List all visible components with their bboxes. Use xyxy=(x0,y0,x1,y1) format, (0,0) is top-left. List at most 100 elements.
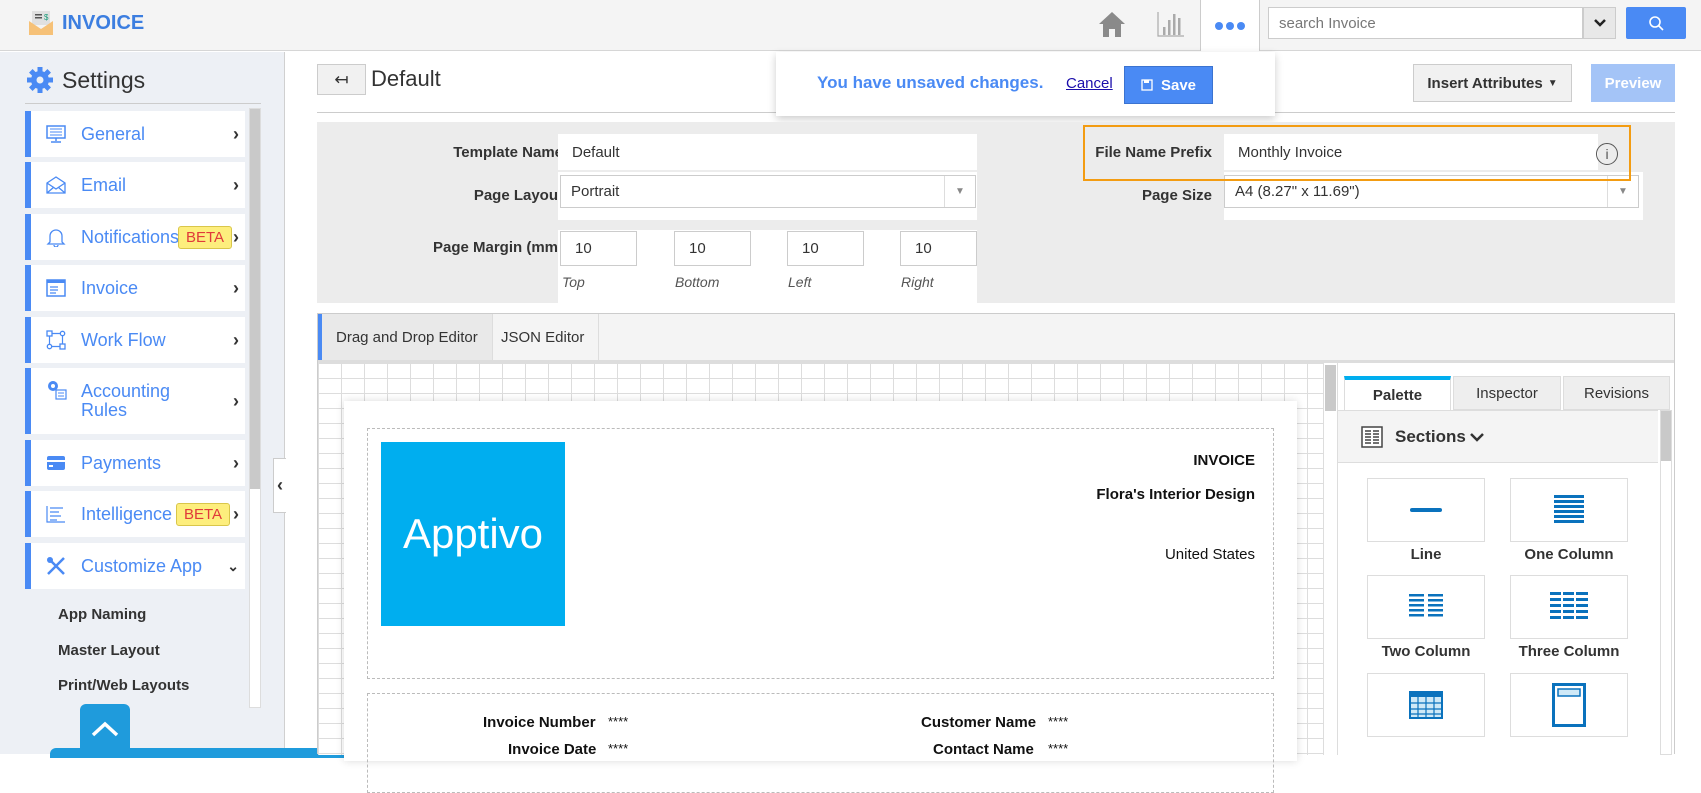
workflow-icon xyxy=(45,329,67,351)
sidebar-item-label: General xyxy=(81,123,146,144)
margin-top-label: Top xyxy=(562,274,585,290)
scrollbar-thumb[interactable] xyxy=(250,109,260,489)
field-label: Invoice Date xyxy=(508,741,597,758)
palette-tile-three-column[interactable] xyxy=(1510,575,1628,639)
app-logo[interactable]: $ INVOICE xyxy=(28,10,144,36)
palette-tile-one-column[interactable] xyxy=(1510,478,1628,542)
tab-json-editor[interactable]: JSON Editor xyxy=(487,314,600,360)
palette-scrollbar[interactable] xyxy=(1660,410,1672,755)
home-icon[interactable] xyxy=(1097,10,1127,43)
invoice-page: Apptivo INVOICE Flora's Interior Design … xyxy=(344,401,1297,793)
preview-button[interactable]: Preview xyxy=(1591,64,1675,102)
sidebar-subitem-print-web-layouts[interactable]: Print/Web Layouts xyxy=(58,677,189,694)
file-name-prefix-highlight xyxy=(1083,125,1631,181)
sidebar-subitem-app-naming[interactable]: App Naming xyxy=(58,606,146,623)
page-margin-label: Page Margin (mm) xyxy=(432,239,563,256)
field-label: Invoice Number xyxy=(483,714,596,731)
scrollbar-thumb[interactable] xyxy=(1661,411,1671,461)
envelope-icon xyxy=(45,174,67,196)
sidebar-item-label: Invoice xyxy=(81,277,139,298)
sidebar-item-payments[interactable]: Payments › xyxy=(25,440,245,486)
margin-right-input[interactable]: 10 xyxy=(900,231,977,266)
unsaved-changes-banner: You have unsaved changes. Cancel Save xyxy=(776,52,1275,116)
back-arrow-icon: ↤ xyxy=(334,69,349,89)
palette-tile-two-column[interactable] xyxy=(1367,575,1485,639)
sidebar-item-label: Intelligence xyxy=(81,503,173,524)
palette-panel: Palette Inspector Revisions Sections Lin… xyxy=(1337,363,1674,755)
design-canvas[interactable]: Apptivo INVOICE Flora's Interior Design … xyxy=(318,363,1328,793)
back-button[interactable]: ↤ xyxy=(317,64,366,95)
sidebar-item-customize-app[interactable]: Customize App ⌄ xyxy=(25,543,245,589)
line-icon xyxy=(1410,508,1442,512)
invoice-icon xyxy=(45,277,67,299)
margin-right-label: Right xyxy=(901,274,934,290)
insert-attributes-button[interactable]: Insert Attributes ▼ xyxy=(1413,64,1572,102)
two-column-icon xyxy=(1409,594,1443,617)
sections-header[interactable]: Sections xyxy=(1338,410,1658,463)
palette-tile-line[interactable] xyxy=(1367,478,1485,542)
chevron-right-icon: › xyxy=(233,277,239,298)
sidebar-item-invoice[interactable]: Invoice › xyxy=(25,265,245,311)
field-label: Customer Name xyxy=(921,714,1037,731)
sidebar-item-label: Customize App xyxy=(81,555,203,576)
sidebar-item-general[interactable]: General › xyxy=(25,111,245,157)
chevron-right-icon: › xyxy=(233,503,239,524)
chevron-down-icon xyxy=(1593,19,1606,27)
tab-inspector[interactable]: Inspector xyxy=(1453,376,1561,410)
tab-revisions[interactable]: Revisions xyxy=(1563,376,1670,410)
chevron-right-icon: › xyxy=(233,329,239,350)
search-button[interactable] xyxy=(1626,7,1686,39)
page-size-label: Page Size xyxy=(1141,187,1212,204)
tile-label: Line xyxy=(1410,546,1442,563)
scrollbar-thumb[interactable] xyxy=(1325,365,1336,411)
tools-icon xyxy=(45,555,67,577)
sidebar-item-accounting-rules[interactable]: Accounting Rules › xyxy=(25,368,245,434)
tab-drag-and-drop-editor[interactable]: Drag and Drop Editor xyxy=(318,314,493,360)
margin-bottom-input[interactable]: 10 xyxy=(674,231,751,266)
chevron-right-icon: › xyxy=(233,174,239,195)
field-value: **** xyxy=(608,714,629,729)
monitor-icon xyxy=(45,123,67,145)
palette-tile-box[interactable] xyxy=(1510,673,1628,737)
sidebar-item-label: Payments xyxy=(81,452,162,473)
details-section[interactable]: Invoice Number **** Customer Name **** I… xyxy=(367,693,1274,793)
template-name-input[interactable]: Default xyxy=(558,134,977,170)
page-layout-select[interactable]: Portrait ▼ xyxy=(560,175,976,208)
settings-title: Settings xyxy=(62,66,146,93)
sidebar-item-label: Accounting Rules xyxy=(81,381,171,420)
chart-icon[interactable] xyxy=(1156,10,1186,43)
margin-left-input[interactable]: 10 xyxy=(787,231,864,266)
page-layout-label: Page Layout xyxy=(473,187,563,204)
three-column-icon xyxy=(1550,592,1588,619)
sidebar-scrollbar[interactable] xyxy=(249,108,261,708)
save-button[interactable]: Save xyxy=(1124,66,1213,104)
tile-label: Two Column xyxy=(1381,643,1471,660)
chevron-down-icon xyxy=(1470,432,1484,442)
sidebar-item-intelligence[interactable]: Intelligence BETA › xyxy=(25,491,245,537)
unsaved-message: You have unsaved changes. xyxy=(817,73,1044,92)
margin-top-input[interactable]: 10 xyxy=(560,231,637,266)
company-name: Flora's Interior Design xyxy=(1096,486,1255,503)
canvas-scrollbar[interactable] xyxy=(1323,363,1337,755)
search-dropdown[interactable] xyxy=(1583,7,1616,39)
more-button[interactable] xyxy=(1200,0,1260,51)
palette-tile-table[interactable] xyxy=(1367,673,1485,737)
cancel-link[interactable]: Cancel xyxy=(1066,75,1113,92)
svg-text:$: $ xyxy=(44,13,49,22)
sidebar-item-notifications[interactable]: Notifications BETA › xyxy=(25,214,245,260)
field-label: Contact Name xyxy=(933,741,1034,758)
info-icon[interactable]: i xyxy=(1596,143,1618,165)
tab-palette[interactable]: Palette xyxy=(1344,376,1451,410)
company-logo[interactable]: Apptivo xyxy=(381,442,565,626)
scroll-top-button[interactable] xyxy=(80,704,130,754)
sidebar-item-email[interactable]: Email › xyxy=(25,162,245,208)
field-value: **** xyxy=(1048,714,1069,729)
header-section[interactable]: Apptivo INVOICE Flora's Interior Design … xyxy=(367,428,1274,679)
logo-text: Apptivo xyxy=(402,510,544,557)
bell-icon xyxy=(45,226,67,248)
collapse-sidebar-button[interactable]: ‹ xyxy=(273,458,286,513)
sidebar-subitem-master-layout[interactable]: Master Layout xyxy=(58,642,160,659)
template-name-label: Template Name xyxy=(453,144,563,161)
sidebar-item-workflow[interactable]: Work Flow › xyxy=(25,317,245,363)
search-input[interactable]: search Invoice xyxy=(1268,7,1583,39)
